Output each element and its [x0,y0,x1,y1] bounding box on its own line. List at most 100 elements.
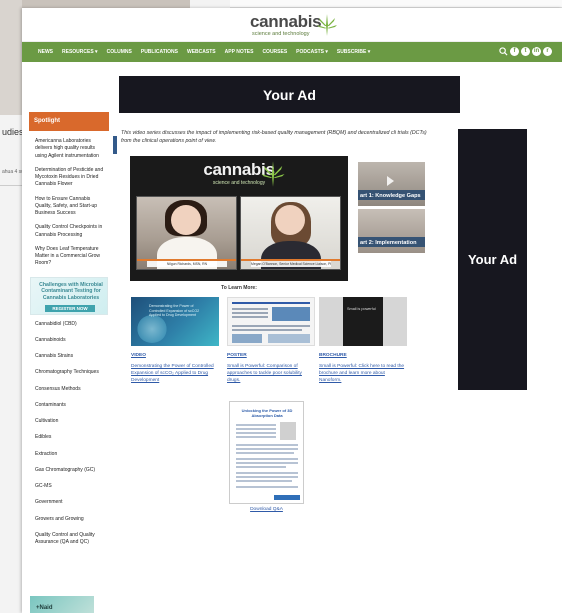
resource-card-brochure: Small is powerful BROCHURE Small is Powe… [319,297,407,385]
top-advertisement[interactable]: Your Ad [119,76,460,113]
poster-title-bar [232,302,310,304]
qa-text-line [236,458,298,460]
poster-text-line [232,325,310,327]
qa-text-line [236,480,292,482]
qa-document-title: Unlocking the Power of 3D Absorption Dat… [241,408,293,418]
card-link[interactable]: Demonstrating the Power of Controlled Ex… [131,363,219,385]
play-icon [387,176,394,186]
video-logo: cannabis science and technology [130,160,348,186]
qa-text-line [236,472,298,474]
category-item[interactable]: Extraction [29,451,109,458]
sidebar-bottom-ad-text: +Naid [36,605,53,611]
brochure-cover-text: Small is powerful [347,307,376,311]
spotlight-item[interactable]: Why Does Leaf Temperature Matter in a Co… [29,239,109,268]
category-list: Cannabidiol (CBD) Cannabinoids Cannabis … [29,321,109,547]
right-advertisement[interactable]: Your Ad [458,129,527,390]
category-item[interactable]: Cannabidiol (CBD) [29,321,109,328]
linkedin-icon[interactable]: in [532,46,541,56]
category-item[interactable]: Edibles [29,434,109,441]
category-item[interactable]: Growers and Growing [29,516,109,523]
poster-resource-image[interactable] [227,297,315,346]
video-player[interactable]: cannabis science and technology Nilgun R… [130,156,348,281]
qa-text-line [236,436,276,438]
nav-podcasts[interactable]: PODCASTS ▾ [296,49,328,55]
qa-text-line [236,432,276,434]
logo-subtitle: science and technology [252,31,310,37]
card-type-label[interactable]: BROCHURE [319,353,407,358]
poster-text-line [232,316,268,318]
brochure-resource-image[interactable]: Small is powerful [319,297,407,346]
nav-courses[interactable]: COURSES [262,49,287,55]
poster-figure [232,334,262,343]
qa-portrait [280,422,296,440]
speaker-name-right: Megan O'Bannon, Senior Medical Science L… [251,261,331,267]
category-item[interactable]: Cannabis Strains [29,353,109,360]
qa-text-line [236,452,294,454]
category-item[interactable]: Gas Chromatography (GC) [29,467,109,474]
nav-subscribe[interactable]: SUBSCRIBE ▾ [337,49,370,55]
poster-text-line [232,308,268,310]
resource-card-video: Demonstrating the Power of Controlled Ex… [131,297,219,385]
category-item[interactable]: Contaminants [29,402,109,409]
download-qa-link[interactable]: Download Q&A [229,507,304,512]
video-thumbnail-part-2[interactable]: art 2: Implementation [358,209,425,253]
qa-text-line [236,448,298,450]
site-logo[interactable]: cannabis science and technology [250,12,342,40]
poster-figure [268,334,310,343]
background-header-strip [230,0,562,8]
spotlight-item[interactable]: How to Ensure Cannabis Quality, Safety, … [29,189,109,218]
card-link[interactable]: Small is Powerful: Click here to read th… [319,363,407,385]
register-now-button[interactable]: REGISTER NOW [45,304,95,312]
category-item[interactable]: Cannabinoids [29,337,109,344]
category-item[interactable]: Chromatography Techniques [29,369,109,376]
spotlight-item[interactable]: Americanna Laboratories delivers high qu… [29,131,109,160]
main-navigation: NEWS RESOURCES ▾ COLUMNS PUBLICATIONS WE… [22,42,562,62]
background-divider [0,185,22,186]
left-sidebar: Spotlight Americanna Laboratories delive… [29,112,109,555]
qa-text-line [236,466,286,468]
webinar-banner-ad[interactable]: Challenges with Microbial Contaminant Te… [30,276,108,315]
category-item[interactable]: Consensus Methods [29,386,109,393]
rss-icon[interactable]: r [543,46,552,56]
nav-app-notes[interactable]: APP NOTES [225,49,254,55]
cannabis-leaf-icon [261,161,285,187]
thumbnail-label: art 1: Knowledge Gaps [360,193,421,199]
speaker-panel-right: Megan O'Bannon, Senior Medical Science L… [240,196,341,270]
category-item[interactable]: Cultivation [29,418,109,425]
card-link[interactable]: Small is Powerful: Comparison of approac… [227,363,315,385]
twitter-icon[interactable]: t [521,46,530,56]
video-thumbnail-part-1[interactable]: art 1: Knowledge Gaps [358,162,425,206]
search-icon[interactable] [498,46,508,56]
nav-publications[interactable]: PUBLICATIONS [141,49,178,55]
spotlight-item[interactable]: Quality Control Checkpoints in Cannabis … [29,217,109,239]
logo-wordmark: cannabis [250,12,322,31]
category-item[interactable]: Quality Control and Quality Assurance (Q… [29,532,109,547]
speaker-face [171,205,201,235]
to-learn-more-heading: To Learn More: [221,285,257,291]
video-resource-image[interactable]: Demonstrating the Power of Controlled Ex… [131,297,219,346]
poster-figure [272,307,310,321]
site-header: cannabis science and technology [22,8,562,42]
video-resource-image-text: Demonstrating the Power of Controlled Ex… [149,304,200,318]
card-type-label[interactable]: VIDEO [131,353,219,358]
speaker-name-left: Nilgun Richards, MSN, RN [147,261,227,267]
card-type-label[interactable]: POSTER [227,353,315,358]
spotlight-item[interactable]: Determination of Pesticide and Mycotoxin… [29,160,109,189]
nav-webcasts[interactable]: WEBCASTS [187,49,216,55]
nav-news[interactable]: NEWS [38,49,53,55]
poster-text-line [232,329,302,331]
nav-resources[interactable]: RESOURCES ▾ [62,49,98,55]
qa-text-line [236,444,298,446]
brochure-cover [343,297,383,346]
intro-accent-bar [113,136,117,154]
speaker-face [275,205,305,235]
video-logo-subtitle: science and technology [212,180,266,186]
banner-title: Challenges with Microbial Contaminant Te… [39,281,103,301]
facebook-icon[interactable]: f [510,46,519,56]
category-item[interactable]: Government [29,499,109,506]
nav-columns[interactable]: COLUMNS [107,49,132,55]
category-item[interactable]: GC-MS [29,483,109,490]
resource-card-poster: POSTER Small is Powerful: Comparison of … [227,297,315,385]
qa-text-line [236,486,298,488]
qa-document-preview[interactable]: Unlocking the Power of 3D Absorption Dat… [229,401,304,504]
